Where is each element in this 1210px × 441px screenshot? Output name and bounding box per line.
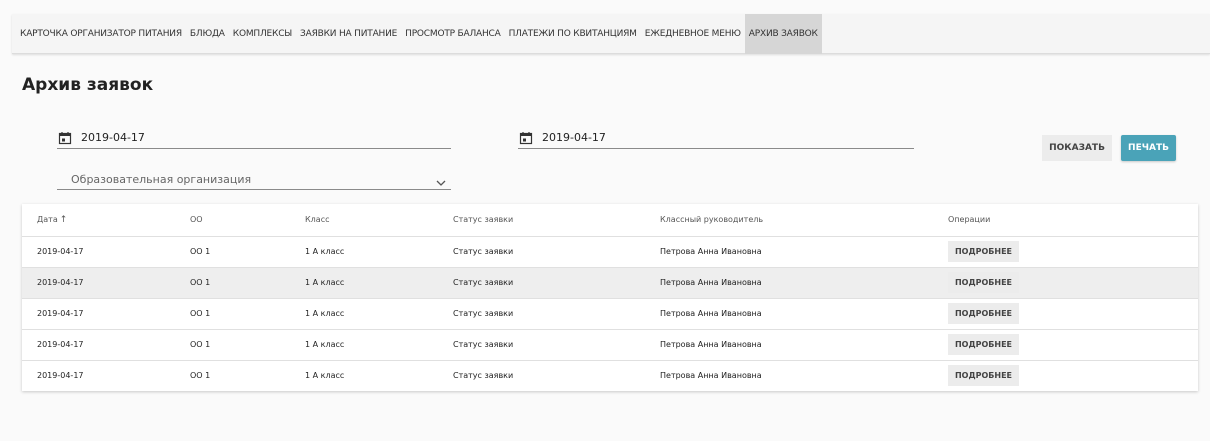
nav-item-dishes[interactable]: БЛЮДА <box>186 14 229 54</box>
nav-item-daily-menu[interactable]: ЕЖЕДНЕВНОЕ МЕНЮ <box>641 14 745 54</box>
nav-item-request-archive[interactable]: АРХИВ ЗАЯВОК <box>744 13 822 54</box>
details-button[interactable]: ПОДРОБНЕЕ <box>948 303 1019 324</box>
cell-class: 1 А класс <box>305 371 345 381</box>
cell-class: 1 А класс <box>305 267 453 299</box>
cell-operations: ПОДРОБНЕЕ <box>948 298 1198 330</box>
column-header-date[interactable]: Дата ↑ <box>22 204 190 237</box>
cell-operations: ПОДРОБНЕЕ <box>948 267 1198 299</box>
arrow-up-icon[interactable]: ↑ <box>60 215 68 225</box>
cell-status: Статус заявки <box>453 236 660 268</box>
cell-org: ОО 1 <box>190 371 211 381</box>
details-button[interactable]: ПОДРОБНЕЕ <box>948 334 1019 355</box>
details-button[interactable]: ПОДРОБНЕЕ <box>948 241 1019 262</box>
cell-date: 2019-04-17 <box>22 267 190 299</box>
cell-status: Статус заявки <box>453 329 660 361</box>
print-button[interactable]: ПЕЧАТЬ <box>1121 135 1176 161</box>
details-button[interactable]: ПОДРОБНЕЕ <box>948 365 1019 387</box>
nav-item-meal-requests[interactable]: ЗАЯВКИ НА ПИТАНИЕ <box>296 14 401 54</box>
cell-teacher: Петрова Анна Ивановна <box>660 329 948 361</box>
column-header-teacher: Классный руководитель <box>660 204 948 237</box>
calendar-icon[interactable] <box>57 130 73 146</box>
cell-status: Статус заявки <box>453 267 660 299</box>
requests-archive-table: Дата ↑ ОО Класс Статус заявки Классный ру… <box>22 204 1198 391</box>
date-from-input[interactable] <box>81 131 381 144</box>
cell-date: 2019-04-17 <box>22 329 190 361</box>
cell-operations: ПОДРОБНЕЕ <box>948 360 1198 391</box>
column-header-class: Класс <box>305 204 453 237</box>
table-header-row: Дата ↑ ОО Класс Статус заявки Классный ру… <box>22 204 1198 237</box>
cell-org: ОО 1 <box>190 329 305 361</box>
cell-operations: ПОДРОБНЕЕ <box>948 329 1198 361</box>
date-from-field[interactable] <box>57 127 451 149</box>
chevron-down-icon <box>435 174 447 186</box>
nav-item-complexes[interactable]: КОМПЛЕКСЫ <box>229 14 296 54</box>
table-row: 2019-04-17 ОО 1 1 А класс Статус заявки … <box>22 329 1198 361</box>
date-to-input[interactable] <box>542 131 842 144</box>
cell-class: 1 А класс <box>305 236 453 268</box>
table-row: 2019-04-17 ОО 1 1 А класс Статус заявки … <box>22 236 1198 268</box>
table-row: 2019-04-17 ОО 1 1 А класс Статус заявки … <box>22 267 1198 299</box>
column-header-status: Статус заявки <box>453 204 660 237</box>
cell-date: 2019-04-17 <box>22 236 190 268</box>
table-row: 2019-04-17 ОО 1 1 А класс Статус заявки … <box>22 298 1198 330</box>
nav-item-receipt-payments[interactable]: ПЛАТЕЖИ ПО КВИТАНЦИЯМ <box>505 14 641 54</box>
calendar-icon[interactable] <box>518 130 534 146</box>
cell-status: Статус заявки <box>453 371 514 381</box>
column-header-operations: Операции <box>948 204 1198 237</box>
cell-class: 1 А класс <box>305 298 453 330</box>
page-title: Архив заявок <box>22 75 154 95</box>
cell-date: 2019-04-17 <box>37 371 84 381</box>
cell-operations: ПОДРОБНЕЕ <box>948 236 1198 268</box>
cell-teacher: Петрова Анна Ивановна <box>660 236 948 268</box>
cell-org: ОО 1 <box>190 267 305 299</box>
cell-date: 2019-04-17 <box>22 298 190 330</box>
date-to-field[interactable] <box>518 127 914 149</box>
details-button[interactable]: ПОДРОБНЕЕ <box>948 272 1019 293</box>
cell-teacher: Петрова Анна Ивановна <box>660 267 948 299</box>
organization-select-placeholder: Образовательная организация <box>71 173 252 186</box>
nav-item-balance[interactable]: ПРОСМОТР БАЛАНСА <box>401 14 504 54</box>
column-header-org: ОО <box>190 204 305 237</box>
column-header-date-label: Дата <box>37 214 58 224</box>
table-row: 2019-04-17 ОО 1 1 А класс Статус заявки … <box>22 360 1198 391</box>
cell-org: ОО 1 <box>190 298 305 330</box>
cell-teacher: Петрова Анна Ивановна <box>660 298 948 330</box>
cell-teacher: Петрова Анна Ивановна <box>660 371 762 381</box>
cell-class: 1 А класс <box>305 329 453 361</box>
organization-select[interactable]: Образовательная организация <box>57 170 451 190</box>
show-button[interactable]: ПОКАЗАТЬ <box>1042 135 1112 161</box>
top-navigation: КАРТОЧКА ОРГАНИЗАТОР ПИТАНИЯ БЛЮДА КОМПЛ… <box>12 13 1210 54</box>
nav-item-organizer-card[interactable]: КАРТОЧКА ОРГАНИЗАТОР ПИТАНИЯ <box>12 14 186 54</box>
cell-org: ОО 1 <box>190 236 305 268</box>
cell-status: Статус заявки <box>453 298 660 330</box>
